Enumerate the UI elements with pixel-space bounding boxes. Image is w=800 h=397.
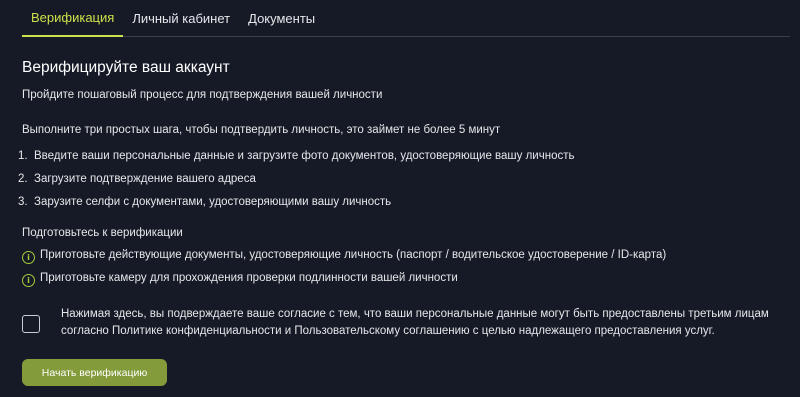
tab-verification[interactable]: Верификация xyxy=(22,10,124,37)
step-text: Введите ваши персональные данные и загру… xyxy=(34,150,575,162)
consent-text: Нажимая здесь, вы подверждаете ваше согл… xyxy=(61,308,769,337)
preparation-item-text: Приготовьте камеру для прохождения прове… xyxy=(40,272,458,284)
page-title: Верифицируйте ваш аккаунт xyxy=(22,59,230,76)
steps-intro: Выполните три простых шага, чтобы подтве… xyxy=(22,124,501,136)
step-number: 3. xyxy=(18,196,28,208)
start-verification-button[interactable]: Начать верификацию xyxy=(22,359,167,386)
step-item: 2. Загрузите подтверждение вашего адреса xyxy=(18,171,574,194)
steps-list: 1. Введите ваши персональные данные и заг… xyxy=(18,148,574,217)
step-number: 1. xyxy=(18,150,28,162)
tab-documents[interactable]: Документы xyxy=(239,11,324,36)
tab-personal-account[interactable]: Личный кабинет xyxy=(123,11,239,36)
info-icon: i xyxy=(22,274,35,287)
step-text: Зарузите селфи с документами, удостоверя… xyxy=(34,196,392,208)
verification-page: Верификация Личный кабинет Документы Вер… xyxy=(0,0,800,397)
preparation-item: i Приготовьте камеру для прохождения про… xyxy=(22,272,666,295)
consent-checkbox[interactable] xyxy=(22,315,40,333)
info-icon: i xyxy=(22,251,35,264)
preparation-item-text: Приготовьте действующие документы, удост… xyxy=(40,249,667,261)
step-text: Загрузите подтверждение вашего адреса xyxy=(34,173,256,185)
tab-bar: Верификация Личный кабинет Документы xyxy=(22,0,790,37)
step-number: 2. xyxy=(18,173,28,185)
step-item: 1. Введите ваши персональные данные и заг… xyxy=(18,148,574,171)
page-subtitle: Пройдите пошаговый процесс для подтвержд… xyxy=(22,89,383,101)
preparation-item: i Приготовьте действующие документы, удо… xyxy=(22,249,666,272)
preparation-title: Подготовьтесь к верификации xyxy=(22,227,183,239)
step-item: 3. Зарузите селфи с документами, удостове… xyxy=(18,194,574,217)
preparation-list: i Приготовьте действующие документы, удо… xyxy=(22,249,666,295)
